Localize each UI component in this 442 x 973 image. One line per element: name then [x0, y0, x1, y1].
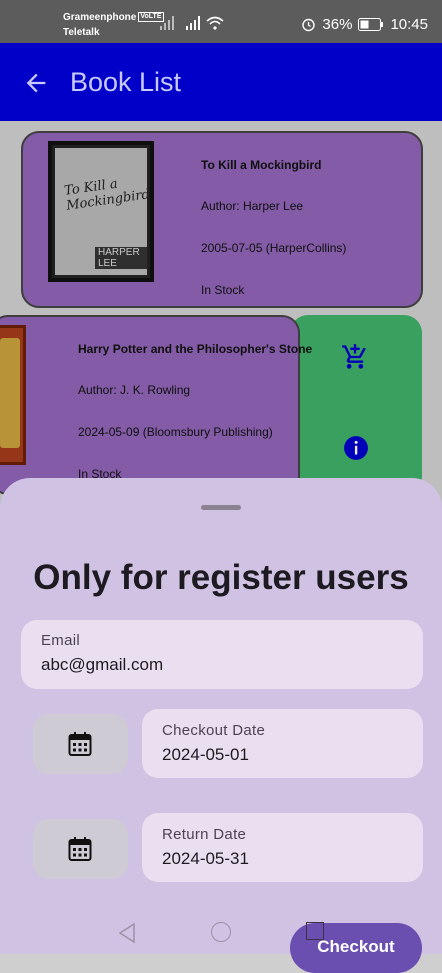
battery-percent: 36%: [322, 16, 353, 33]
battery-icon: [358, 18, 384, 31]
nav-recents-icon[interactable]: [306, 922, 324, 940]
return-date-picker-button[interactable]: [33, 819, 128, 879]
signal-icon-2: [186, 16, 200, 30]
status-bar: Grameenphone VoLTE Teletalk 36% 10:45: [0, 0, 442, 43]
checkout-date-picker-button[interactable]: [33, 714, 128, 774]
signal-icon-1: [160, 16, 174, 30]
back-arrow-icon[interactable]: [22, 69, 50, 97]
email-value: abc@gmail.com: [41, 655, 164, 674]
return-date-field[interactable]: Return Date 2024-05-31: [142, 813, 423, 882]
return-date-label: Return Date: [162, 826, 247, 843]
email-label: Email: [41, 632, 81, 649]
sheet-title: Only for register users: [33, 558, 409, 597]
drag-handle[interactable]: [201, 505, 241, 510]
carrier-name-1: Grameenphone: [63, 12, 137, 23]
alarm-icon: [302, 18, 316, 32]
checkout-date-field[interactable]: Checkout Date 2024-05-01: [142, 709, 423, 778]
email-field[interactable]: Email abc@gmail.com: [21, 620, 423, 689]
bottom-sheet: Only for register users Email abc@gmail.…: [0, 478, 442, 973]
wifi-icon: [206, 16, 224, 30]
calendar-icon: [68, 732, 92, 756]
nav-back-icon[interactable]: [117, 922, 137, 944]
clock: 10:45: [390, 16, 428, 33]
return-date-value: 2024-05-31: [162, 849, 249, 868]
checkout-date-label: Checkout Date: [162, 722, 266, 739]
carrier-name-2: Teletalk: [63, 27, 100, 38]
page-title: Book List: [70, 67, 182, 97]
calendar-icon: [68, 837, 92, 861]
nav-home-icon[interactable]: [211, 922, 231, 942]
app-bar: Book List: [0, 43, 442, 121]
checkout-date-value: 2024-05-01: [162, 745, 249, 764]
